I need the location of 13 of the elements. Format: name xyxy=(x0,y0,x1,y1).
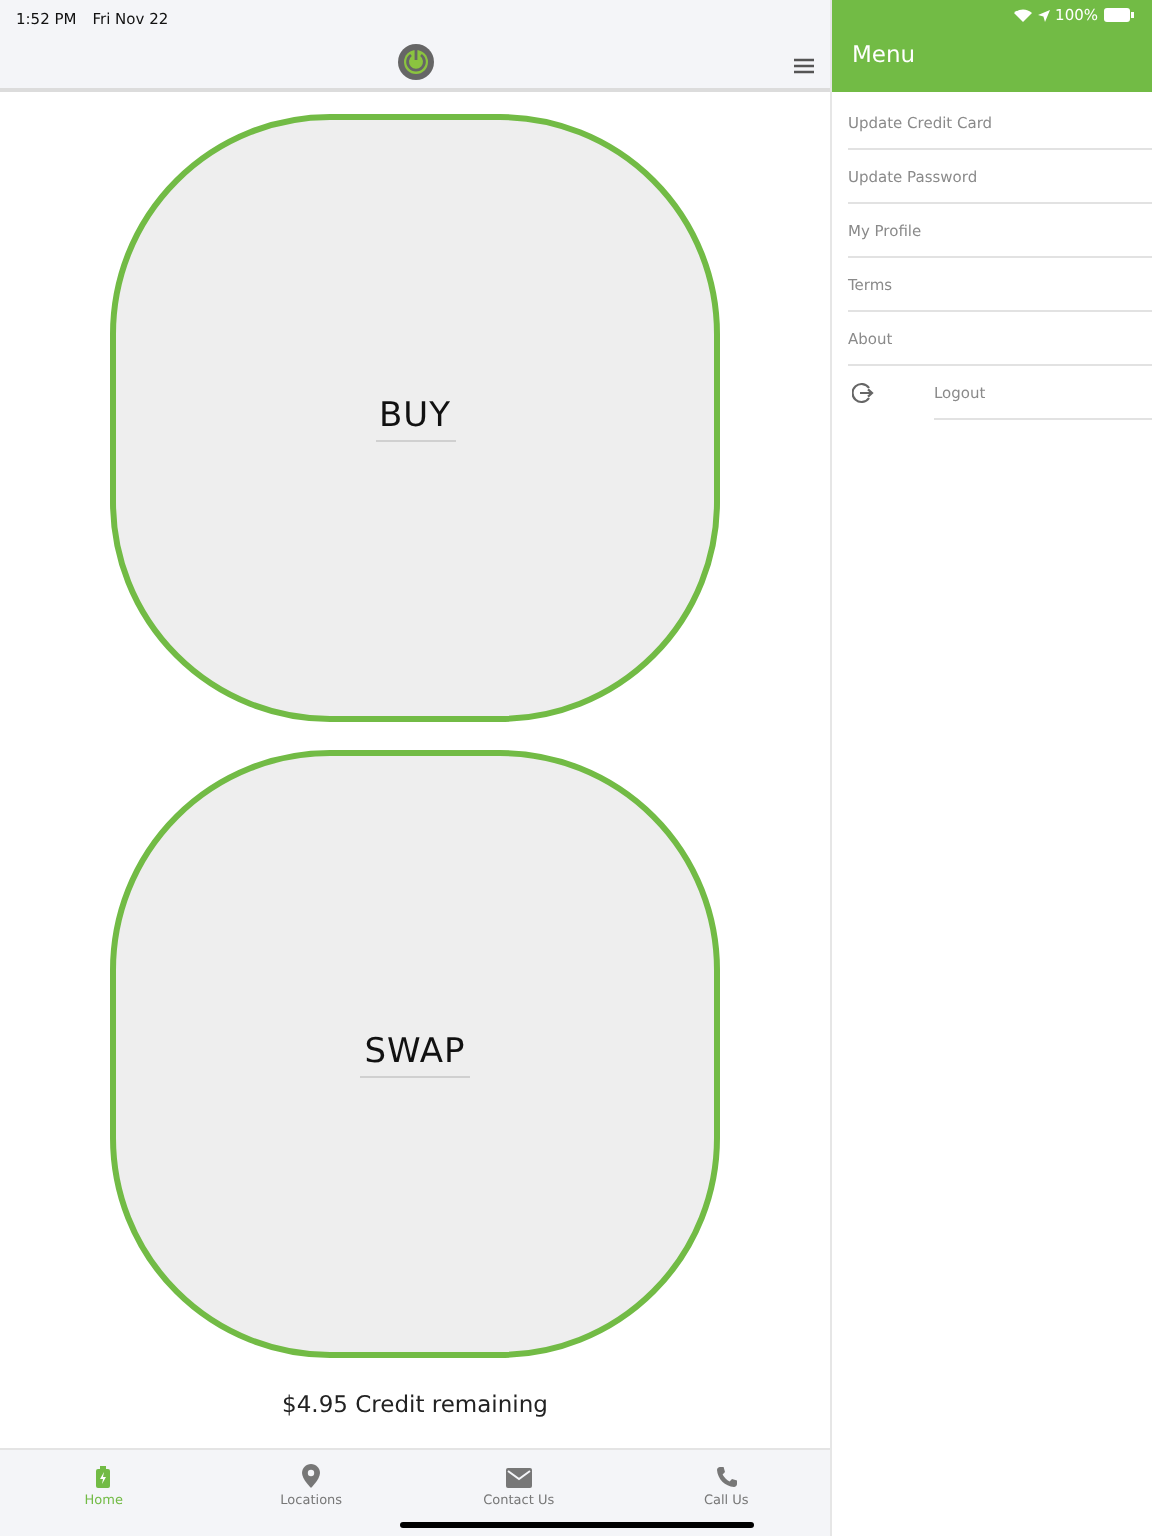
wifi-icon xyxy=(1013,8,1032,22)
map-pin-icon xyxy=(302,1464,321,1488)
logout-icon xyxy=(852,382,874,404)
power-logo-icon xyxy=(395,42,435,82)
location-arrow-icon xyxy=(1037,9,1050,21)
buy-button[interactable]: BUY xyxy=(110,114,720,722)
phone-icon xyxy=(715,1466,738,1488)
menu-title: Menu xyxy=(852,40,916,68)
credit-remaining: $4.95 Credit remaining xyxy=(282,1390,548,1418)
swap-button[interactable]: SWAP xyxy=(110,750,720,1358)
battery-icon xyxy=(1104,8,1134,22)
envelope-icon xyxy=(505,1468,532,1488)
battery-icon xyxy=(96,1466,111,1488)
